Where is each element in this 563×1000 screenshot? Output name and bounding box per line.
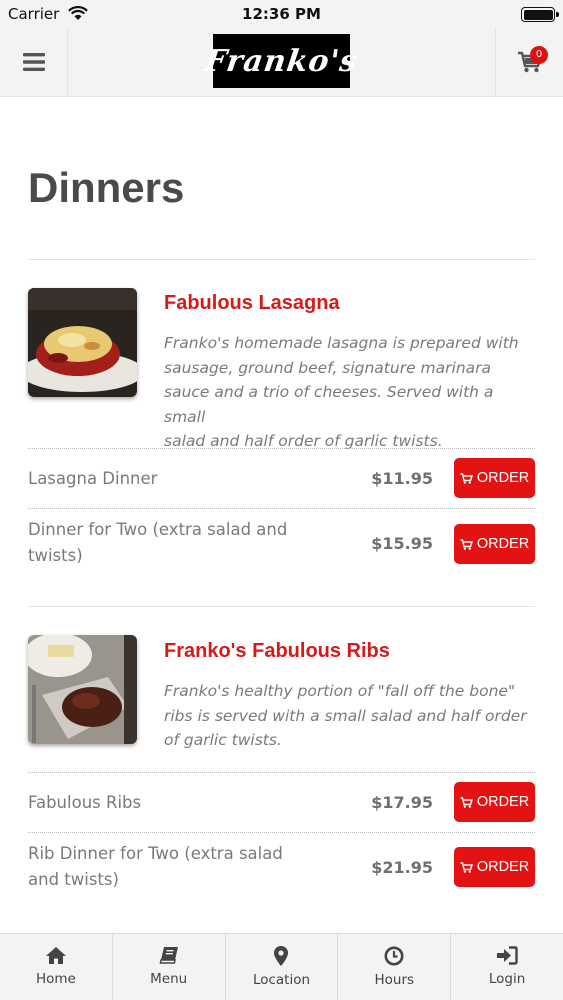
status-bar: Carrier 12:36 PM bbox=[0, 0, 563, 28]
ribs-image bbox=[28, 635, 137, 744]
description-line: sausage, ground beef, signature marinara bbox=[164, 358, 492, 377]
dotted-divider bbox=[28, 508, 535, 509]
description-line: Franko's healthy portion of "fall off th… bbox=[164, 682, 516, 700]
menu-content: Dinners Fabulous Lasagna Franko's homema… bbox=[0, 98, 563, 933]
page-title: Dinners bbox=[28, 164, 185, 211]
order-button-label: ORDER bbox=[476, 859, 530, 875]
price-lasagna-dinner: $11.95 bbox=[371, 469, 433, 488]
order-button-label: ORDER bbox=[476, 470, 530, 486]
item-description-lasagna: Franko's homemade lasagna is prepared wi… bbox=[164, 331, 539, 454]
order-button-label: ORDER bbox=[476, 536, 530, 552]
cart-icon bbox=[460, 861, 473, 873]
clock-icon bbox=[384, 946, 404, 966]
item-title-ribs: Franko's Fabulous Ribs bbox=[164, 640, 390, 662]
nav-label-hours: Hours bbox=[374, 972, 415, 988]
option-label-dinner-for-two: Dinner for Two (extra salad and twists) bbox=[28, 517, 318, 569]
dotted-divider bbox=[28, 832, 535, 833]
brand-logo[interactable]: Franko's bbox=[203, 34, 360, 88]
nav-location[interactable]: Location bbox=[226, 934, 339, 1000]
book-icon bbox=[159, 947, 178, 964]
cart-icon bbox=[460, 472, 473, 484]
option-label-lasagna-dinner: Lasagna Dinner bbox=[28, 469, 158, 488]
cart-icon bbox=[460, 796, 473, 808]
price-fabulous-ribs: $17.95 bbox=[371, 793, 433, 812]
option-label-rib-dinner-for-two: Rib Dinner for Two (extra salad and twis… bbox=[28, 841, 318, 893]
option-label-line: twists) bbox=[28, 546, 83, 565]
price-dinner-for-two: $15.95 bbox=[371, 534, 433, 553]
description-line: Franko's homemade lasagna is prepared wi… bbox=[164, 334, 519, 352]
home-icon bbox=[45, 947, 66, 964]
cart-icon bbox=[460, 538, 473, 550]
option-label-line: Dinner for Two (extra salad and bbox=[28, 520, 288, 539]
order-button-fabulous-ribs[interactable]: ORDER bbox=[454, 782, 535, 822]
nav-label-login: Login bbox=[488, 971, 526, 987]
description-line: sauce and a trio of cheeses. Served with… bbox=[164, 383, 494, 426]
nav-menu[interactable]: Menu bbox=[113, 934, 226, 1000]
nav-hours[interactable]: Hours bbox=[338, 934, 452, 1000]
cart-count-badge: 0 bbox=[530, 46, 548, 64]
bottom-navigation: Home Menu Location Hours Login bbox=[0, 933, 563, 1000]
item-title-lasagna: Fabulous Lasagna bbox=[164, 292, 340, 314]
cart-button[interactable]: 0 bbox=[495, 28, 563, 96]
section-divider bbox=[28, 606, 535, 607]
order-button-rib-dinner-for-two[interactable]: ORDER bbox=[454, 847, 535, 887]
order-button-dinner-for-two[interactable]: ORDER bbox=[454, 524, 535, 564]
battery-icon bbox=[521, 7, 559, 22]
map-pin-icon bbox=[274, 946, 289, 966]
dotted-divider bbox=[28, 772, 535, 773]
option-label-fabulous-ribs: Fabulous Ribs bbox=[28, 793, 142, 812]
hamburger-menu-button[interactable] bbox=[0, 28, 68, 96]
order-button-label: ORDER bbox=[476, 794, 530, 810]
order-button-lasagna-dinner[interactable]: ORDER bbox=[454, 458, 535, 498]
clock-time: 12:36 PM bbox=[242, 5, 321, 23]
app-header: Franko's 0 bbox=[0, 28, 563, 97]
description-line: salad and half order of garlic twists. bbox=[164, 432, 443, 450]
lasagna-image bbox=[28, 288, 137, 397]
description-line: ribs is served with a small salad and ha… bbox=[164, 706, 527, 725]
section-divider bbox=[28, 259, 535, 260]
dotted-divider bbox=[28, 448, 535, 449]
sign-in-icon bbox=[497, 946, 518, 965]
nav-label-home: Home bbox=[35, 971, 76, 987]
nav-label-location: Location bbox=[252, 972, 311, 988]
nav-home[interactable]: Home bbox=[0, 934, 113, 1000]
logo-text: Franko's bbox=[202, 43, 361, 79]
hamburger-icon bbox=[22, 53, 45, 71]
item-description-ribs: Franko's healthy portion of "fall off th… bbox=[164, 679, 539, 753]
option-label-line: Rib Dinner for Two (extra salad bbox=[28, 844, 283, 863]
nav-label-menu: Menu bbox=[150, 971, 188, 987]
option-label-line: and twists) bbox=[28, 870, 119, 889]
price-rib-dinner-for-two: $21.95 bbox=[371, 858, 433, 877]
description-line: of garlic twists. bbox=[164, 731, 282, 749]
nav-login[interactable]: Login bbox=[451, 934, 563, 1000]
